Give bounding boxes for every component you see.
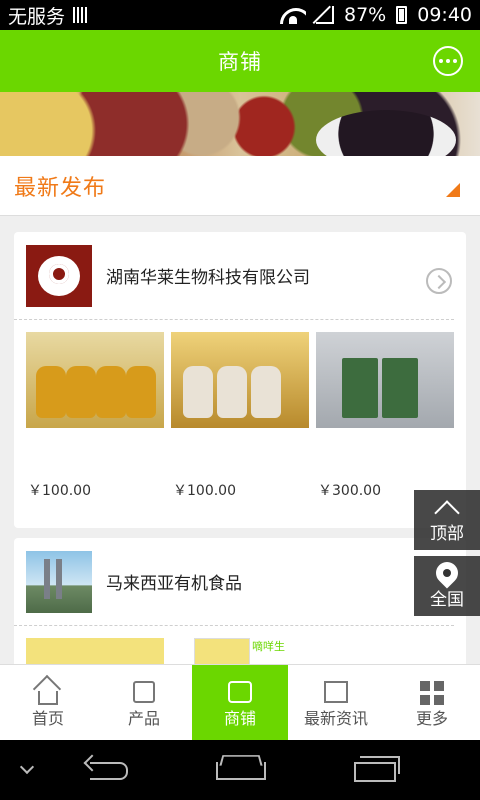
product-image[interactable] bbox=[194, 638, 250, 664]
product-price: ￥100.00 bbox=[28, 483, 91, 499]
system-nav-bar bbox=[0, 740, 480, 800]
page-title: 商铺 bbox=[218, 50, 262, 74]
tab-home[interactable]: 首页 bbox=[0, 665, 96, 741]
signal-icon bbox=[316, 6, 334, 24]
product-row: 嘀咩生 bbox=[14, 626, 466, 664]
tab-label: 产品 bbox=[127, 709, 160, 728]
tab-shops[interactable]: 商铺 bbox=[192, 665, 288, 741]
clock: 09:40 bbox=[417, 4, 472, 26]
product-row: ￥100.00 ￥100.00 ￥300.00 bbox=[14, 320, 466, 500]
chevron-down-icon[interactable] bbox=[18, 740, 38, 800]
banner-bowl-image bbox=[316, 110, 456, 156]
shop-name[interactable]: 马来西亚有机食品 bbox=[106, 569, 242, 594]
tab-label: 首页 bbox=[31, 709, 64, 728]
tab-label: 最新资讯 bbox=[303, 709, 368, 728]
corner-arrow-icon[interactable] bbox=[446, 183, 460, 197]
wifi-icon bbox=[280, 6, 306, 24]
tab-news[interactable]: 最新资讯 bbox=[288, 665, 384, 741]
tab-more[interactable]: 更多 bbox=[384, 665, 480, 741]
battery-icon bbox=[396, 6, 408, 24]
section-title: 最新发布 bbox=[14, 175, 107, 201]
tab-products[interactable]: 产品 bbox=[96, 665, 192, 741]
shop-icon bbox=[228, 681, 252, 703]
shirt-icon bbox=[133, 681, 155, 703]
region-button[interactable]: 全国 bbox=[414, 556, 480, 616]
shop-logo bbox=[26, 550, 92, 613]
location-pin-icon bbox=[431, 557, 463, 589]
tab-label: 更多 bbox=[415, 709, 448, 728]
home-button-icon[interactable] bbox=[214, 740, 266, 800]
status-icons: 87% 09:40 bbox=[280, 4, 472, 26]
shop-card[interactable]: 马来西亚有机食品 嘀咩生 bbox=[14, 538, 466, 664]
shop-card[interactable]: 湖南华莱生物科技有限公司 ￥100.00 ￥100.00 ￥300.00 bbox=[14, 232, 466, 528]
product-item[interactable]: ￥100.00 bbox=[26, 332, 164, 500]
app-header: 商铺 bbox=[0, 30, 480, 92]
bottom-nav: 首页 产品 商铺 最新资讯 更多 bbox=[0, 664, 480, 741]
region-label: 全国 bbox=[430, 590, 464, 610]
grid-icon bbox=[420, 681, 444, 705]
carrier-label: 无服务 bbox=[8, 5, 66, 28]
product-price: ￥100.00 bbox=[173, 483, 236, 499]
product-thumb-label: 嘀咩生 bbox=[252, 640, 285, 653]
shop-list[interactable]: 湖南华莱生物科技有限公司 ￥100.00 ￥100.00 ￥300.00 马来西… bbox=[0, 216, 480, 664]
section-header[interactable]: 最新发布 bbox=[0, 156, 480, 216]
news-icon bbox=[324, 681, 348, 703]
product-image[interactable] bbox=[316, 332, 454, 428]
product-image[interactable] bbox=[26, 332, 164, 428]
chat-icon[interactable] bbox=[433, 46, 463, 76]
shop-name[interactable]: 湖南华莱生物科技有限公司 bbox=[106, 263, 310, 288]
status-bar: 无服务 87% 09:40 bbox=[0, 0, 480, 30]
product-image[interactable] bbox=[26, 638, 164, 664]
grain-banner[interactable] bbox=[0, 92, 480, 156]
battery-percent: 87% bbox=[344, 4, 387, 26]
sim-icon bbox=[73, 7, 88, 23]
recent-apps-icon[interactable] bbox=[352, 740, 400, 800]
product-image[interactable] bbox=[171, 332, 309, 428]
shop-logo bbox=[26, 244, 92, 307]
product-item[interactable]: ￥100.00 bbox=[171, 332, 309, 500]
product-item[interactable]: ￥300.00 bbox=[316, 332, 454, 500]
home-icon bbox=[38, 691, 58, 705]
tab-label: 商铺 bbox=[223, 709, 256, 728]
shop-header[interactable]: 湖南华莱生物科技有限公司 bbox=[14, 232, 454, 320]
shop-header[interactable]: 马来西亚有机食品 bbox=[14, 538, 454, 626]
chevron-right-icon[interactable] bbox=[426, 268, 452, 294]
back-icon[interactable] bbox=[84, 740, 130, 800]
back-to-top-button[interactable]: 顶部 bbox=[414, 490, 480, 550]
